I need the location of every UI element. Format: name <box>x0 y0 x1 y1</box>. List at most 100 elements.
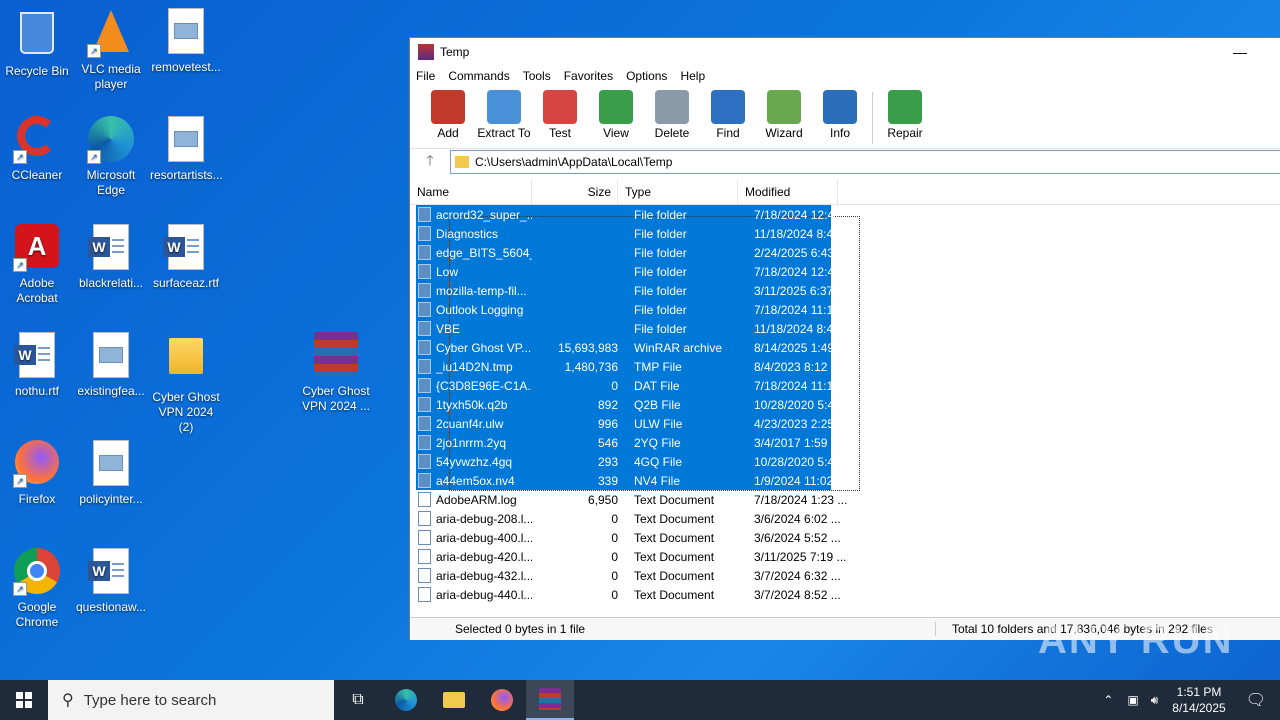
menu-file[interactable]: File <box>416 69 435 83</box>
file-row[interactable]: Cyber Ghost VP... 15,693,983 WinRAR archiv… <box>410 338 1280 357</box>
file-type: File folder <box>634 283 687 298</box>
file-row[interactable]: aria-debug-208.l... 0 Text Document 3/6/202… <box>410 509 1280 528</box>
desktop-icon-label: VLC media player <box>81 62 141 91</box>
clock[interactable]: 1:51 PM 8/14/2025 <box>1172 684 1225 716</box>
toolbar-button-label: Add <box>437 126 459 140</box>
desktop-icon-resortartists[interactable]: resortartists... <box>150 116 223 183</box>
file-row[interactable]: acrord32_super_... File folder 7/18/2024 1… <box>410 205 1280 224</box>
toolbar-info-button[interactable]: Info <box>812 86 868 140</box>
volume-icon[interactable]: 🔊︎ <box>1151 693 1159 708</box>
toolbar-button-label: Find <box>716 126 740 140</box>
notifications-icon[interactable]: 🗨︎ <box>1246 690 1266 710</box>
desktop-icon-acrobat[interactable]: A ↗ Adobe Acrobat <box>1 224 73 306</box>
edge-icon: ↗ <box>87 116 135 164</box>
toolbar-test-button[interactable]: Test <box>532 86 588 140</box>
task-view-button[interactable]: ⧉ <box>334 680 382 720</box>
file-row[interactable]: aria-debug-420.l... 0 Text Document 3/11/20… <box>410 547 1280 566</box>
desktop-icon-ccleaner[interactable]: ↗ CCleaner <box>1 116 73 183</box>
search-placeholder: Type here to search <box>83 691 217 709</box>
file-row[interactable]: a44em5ox.nv4 339 NV4 File 1/9/2024 11:02 ..… <box>410 471 1280 490</box>
file-row[interactable]: aria-debug-440.l... 0 Text Document 3/7/202… <box>410 585 1280 604</box>
taskbar-edge[interactable] <box>382 680 430 720</box>
file-row[interactable]: Low File folder 7/18/2024 12:4... <box>410 262 1280 281</box>
file-row[interactable]: VBE File folder 11/18/2024 8:4... <box>410 319 1280 338</box>
desktop-icon-policyinter[interactable]: policyinter... <box>75 440 147 507</box>
toolbar-add-button[interactable]: Add <box>420 86 476 140</box>
file-row[interactable]: Outlook Logging File folder 7/18/2024 11:1… <box>410 300 1280 319</box>
toolbar-button-label: View <box>603 126 629 140</box>
desktop-icon-vlc[interactable]: ↗ VLC media player <box>75 8 147 92</box>
desktop-icon-recycle-bin[interactable]: Recycle Bin <box>1 8 73 79</box>
desktop-icon-label: resortartists... <box>150 168 223 182</box>
toolbar-repair-button[interactable]: Repair <box>877 86 933 140</box>
file-row[interactable]: 2jo1nrrm.2yq 546 2YQ File 3/4/2017 1:59 ... <box>410 433 1280 452</box>
file-icon <box>418 416 431 431</box>
toolbar-delete-button[interactable]: Delete <box>644 86 700 140</box>
desktop-icon-firefox[interactable]: ↗ Firefox <box>1 440 73 507</box>
desktop-icon-nothu[interactable]: W nothu.rtf <box>1 332 73 399</box>
toolbar: Add Extract To Test View Delete Find Wizard Inf… <box>410 86 1280 149</box>
taskbar-file-explorer[interactable] <box>430 680 478 720</box>
toolbar-button-label: Wizard <box>765 126 803 140</box>
taskbar-search[interactable]: ⚲ Type here to search <box>48 680 334 720</box>
file-icon <box>418 473 431 488</box>
desktop-icon-cyberghost-folder[interactable]: Cyber Ghost VPN 2024 (2) <box>150 332 222 435</box>
file-type: File folder <box>634 207 687 222</box>
address-field[interactable]: C:\Users\admin\AppData\Local\Temp <box>450 150 1280 174</box>
column-size[interactable]: Size <box>532 180 618 204</box>
menu-tools[interactable]: Tools <box>523 69 551 83</box>
desktop-icon-existingfea[interactable]: existingfea... <box>75 332 147 399</box>
system-tray: ⌃ ▣ 🔊︎ 1:51 PM 8/14/2025 🗨︎ <box>1095 680 1280 720</box>
info-icon <box>823 90 857 124</box>
desktop-icon-cyberghost-archive[interactable]: Cyber Ghost VPN 2024 ... <box>300 332 372 414</box>
menu-help[interactable]: Help <box>680 69 705 83</box>
file-row[interactable]: 1tyxh50k.q2b 892 Q2B File 10/28/2020 5:4... <box>410 395 1280 414</box>
toolbar-extract-to-button[interactable]: Extract To <box>476 86 532 140</box>
toolbar-wizard-button[interactable]: Wizard <box>756 86 812 140</box>
start-button[interactable] <box>0 680 48 720</box>
desktop-icon-removetest[interactable]: removetest... <box>150 8 222 75</box>
desktop-icon-surfaceaz[interactable]: W surfaceaz.rtf <box>150 224 222 291</box>
taskbar-winrar[interactable] <box>526 680 574 720</box>
file-modified: 7/18/2024 12:4... <box>754 264 845 279</box>
file-row[interactable]: aria-debug-400.l... 0 Text Document 3/6/202… <box>410 528 1280 547</box>
up-arrow-icon[interactable]: 🡑 <box>410 150 450 174</box>
file-row[interactable]: Diagnostics File folder 11/18/2024 8:4... <box>410 224 1280 243</box>
toolbar-view-button[interactable]: View <box>588 86 644 140</box>
winrar-app-icon <box>418 44 434 60</box>
menu-options[interactable]: Options <box>626 69 667 83</box>
desktop-icon-chrome[interactable]: ↗ Google Chrome <box>1 548 73 630</box>
file-row[interactable]: _iu14D2N.tmp 1,480,736 TMP File 8/4/2023 8:… <box>410 357 1280 376</box>
menu-favorites[interactable]: Favorites <box>564 69 613 83</box>
column-name[interactable]: Name <box>410 180 532 204</box>
file-row[interactable]: aria-debug-432.l... 0 Text Document 3/7/202… <box>410 566 1280 585</box>
column-modified[interactable]: Modified <box>738 180 838 204</box>
file-row[interactable]: {C3D8E96E-C1A... 0 DAT File 7/18/2024 11:1.… <box>410 376 1280 395</box>
desktop-icon-questionaw[interactable]: W questionaw... <box>75 548 147 615</box>
view-book-icon <box>599 90 633 124</box>
minimize-button[interactable]: — <box>1230 44 1250 60</box>
file-name: Low <box>436 264 459 279</box>
file-rows: acrord32_super_... File folder 7/18/2024 1… <box>410 205 1280 604</box>
taskbar-firefox[interactable] <box>478 680 526 720</box>
file-row[interactable]: 2cuanf4r.ulw 996 ULW File 4/23/2023 2:25 ..… <box>410 414 1280 433</box>
desktop-icon-edge[interactable]: ↗ Microsoft Edge <box>75 116 147 198</box>
file-type: Text Document <box>634 549 715 564</box>
file-row[interactable]: 54yvwzhz.4gq 293 4GQ File 10/28/2020 5:4... <box>410 452 1280 471</box>
file-row[interactable]: edge_BITS_5604_... File folder 2/24/2025 6… <box>410 243 1280 262</box>
desktop-icon-blackrelati[interactable]: W blackrelati... <box>75 224 147 291</box>
network-icon[interactable]: ▣ <box>1127 693 1138 707</box>
column-type[interactable]: Type <box>618 180 738 204</box>
desktop-icon-label: removetest... <box>151 60 221 74</box>
file-icon <box>418 530 431 545</box>
file-name: Outlook Logging <box>436 302 524 317</box>
tray-overflow-icon[interactable]: ⌃ <box>1103 693 1113 707</box>
desktop-icon-label: questionaw... <box>75 600 147 614</box>
folder-icon <box>418 302 431 317</box>
toolbar-button-label: Test <box>548 126 571 140</box>
title-bar[interactable]: Temp — <box>410 38 1280 66</box>
file-row[interactable]: mozilla-temp-fil... File folder 3/11/2025 … <box>410 281 1280 300</box>
menu-commands[interactable]: Commands <box>448 69 509 83</box>
toolbar-find-button[interactable]: Find <box>700 86 756 140</box>
file-row[interactable]: AdobeARM.log 6,950 Text Document 7/18/2024 … <box>410 490 1280 509</box>
